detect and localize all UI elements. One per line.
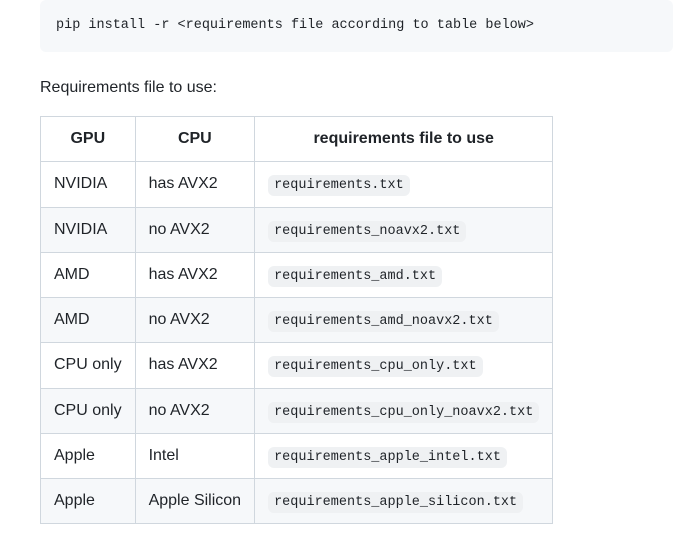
cell-gpu: CPU only xyxy=(41,388,136,433)
requirements-table: GPU CPU requirements file to use NVIDIA … xyxy=(40,116,673,524)
req-code: requirements_cpu_only_noavx2.txt xyxy=(268,402,539,423)
cell-req: requirements_noavx2.txt xyxy=(255,207,553,252)
header-cpu: CPU xyxy=(135,117,255,162)
cell-req: requirements.txt xyxy=(255,162,553,207)
cell-gpu: CPU only xyxy=(41,343,136,388)
cell-cpu: has AVX2 xyxy=(135,343,255,388)
cell-req: requirements_amd.txt xyxy=(255,252,553,297)
req-code: requirements_apple_intel.txt xyxy=(268,447,507,468)
req-code: requirements_apple_silicon.txt xyxy=(268,492,523,513)
table-row: AMD has AVX2 requirements_amd.txt xyxy=(41,252,553,297)
cell-cpu: has AVX2 xyxy=(135,162,255,207)
cell-cpu: has AVX2 xyxy=(135,252,255,297)
table-row: Apple Intel requirements_apple_intel.txt xyxy=(41,433,553,478)
table-header-row: GPU CPU requirements file to use xyxy=(41,117,553,162)
cell-req: requirements_apple_silicon.txt xyxy=(255,479,553,524)
intro-text: Requirements file to use: xyxy=(40,76,673,100)
table-row: CPU only no AVX2 requirements_cpu_only_n… xyxy=(41,388,553,433)
cell-gpu: Apple xyxy=(41,433,136,478)
cell-req: requirements_apple_intel.txt xyxy=(255,433,553,478)
req-code: requirements_amd.txt xyxy=(268,266,442,287)
table-row: NVIDIA no AVX2 requirements_noavx2.txt xyxy=(41,207,553,252)
table-row: AMD no AVX2 requirements_amd_noavx2.txt xyxy=(41,298,553,343)
cell-req: requirements_amd_noavx2.txt xyxy=(255,298,553,343)
cell-cpu: no AVX2 xyxy=(135,298,255,343)
cell-gpu: AMD xyxy=(41,252,136,297)
req-code: requirements_cpu_only.txt xyxy=(268,356,483,377)
cell-gpu: NVIDIA xyxy=(41,162,136,207)
cell-cpu: Intel xyxy=(135,433,255,478)
cell-gpu: Apple xyxy=(41,479,136,524)
install-command-codeblock: pip install -r <requirements file accord… xyxy=(40,0,673,52)
table-row: CPU only has AVX2 requirements_cpu_only.… xyxy=(41,343,553,388)
cell-cpu: no AVX2 xyxy=(135,207,255,252)
req-code: requirements_noavx2.txt xyxy=(268,221,466,242)
header-gpu: GPU xyxy=(41,117,136,162)
cell-req: requirements_cpu_only_noavx2.txt xyxy=(255,388,553,433)
cell-req: requirements_cpu_only.txt xyxy=(255,343,553,388)
req-code: requirements_amd_noavx2.txt xyxy=(268,311,499,332)
cell-gpu: NVIDIA xyxy=(41,207,136,252)
cell-cpu: Apple Silicon xyxy=(135,479,255,524)
header-req: requirements file to use xyxy=(255,117,553,162)
req-code: requirements.txt xyxy=(268,175,410,196)
table-row: NVIDIA has AVX2 requirements.txt xyxy=(41,162,553,207)
cell-gpu: AMD xyxy=(41,298,136,343)
table-row: Apple Apple Silicon requirements_apple_s… xyxy=(41,479,553,524)
cell-cpu: no AVX2 xyxy=(135,388,255,433)
